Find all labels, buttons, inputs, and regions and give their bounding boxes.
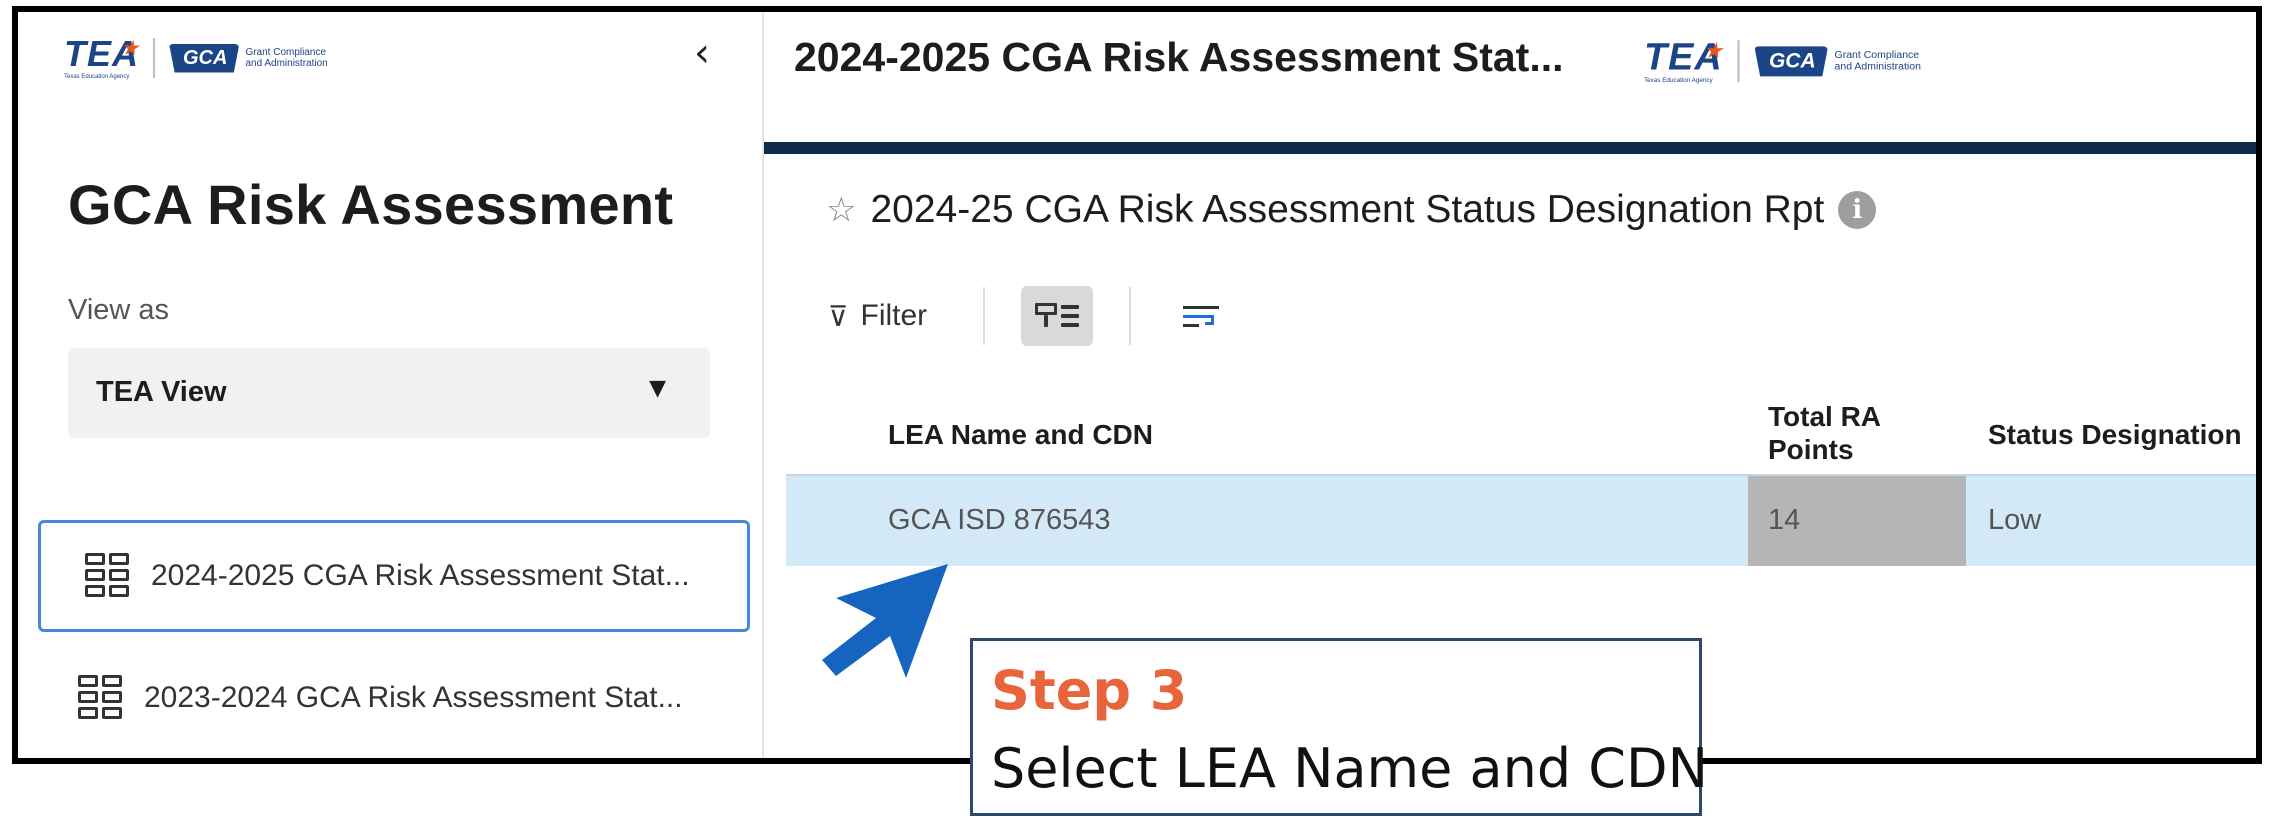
- wrap-text-icon: [1183, 302, 1223, 330]
- toolbar-divider: [1129, 287, 1132, 345]
- chevron-left-icon[interactable]: ‹: [682, 30, 722, 76]
- callout-step: Step 3: [991, 659, 1188, 722]
- gca-logo-badge: GCA: [169, 43, 240, 73]
- report-toolbar: ⊽ Filter: [820, 284, 1239, 348]
- cell-lea-name[interactable]: GCA ISD 876543: [888, 504, 1110, 537]
- gca-logo-text-line1: Grant Compliance: [245, 47, 327, 58]
- gca-logo: GCA Grant Compliance and Administration: [169, 43, 328, 73]
- column-header-status-designation[interactable]: Status Designation: [1988, 418, 2242, 451]
- annotation-arrow-icon: [822, 564, 948, 678]
- column-header-total-ra-points[interactable]: Total RA Points: [1768, 400, 1881, 466]
- tea-logo: TEA ★ Texas Education Agency: [64, 36, 139, 81]
- wrap-text-button[interactable]: [1167, 286, 1239, 346]
- grid-icon: [78, 675, 124, 721]
- tea-logo-subtitle: Texas Education Agency: [1644, 77, 1713, 85]
- filter-icon: ⊽: [828, 299, 849, 333]
- format-painter-button[interactable]: [1021, 286, 1094, 346]
- sidebar-item-label: 2023-2024 GCA Risk Assessment Stat...: [144, 681, 683, 714]
- favorite-star-icon[interactable]: ☆: [826, 190, 856, 230]
- format-painter-icon: [1035, 301, 1080, 331]
- column-header-lea[interactable]: LEA Name and CDN: [888, 418, 1153, 451]
- gca-logo-text-line2: and Administration: [245, 58, 328, 69]
- cell-status-designation: Low: [1988, 504, 2042, 536]
- info-icon[interactable]: i: [1838, 191, 1877, 229]
- header-bar: 2024-2025 CGA Risk Assessment Stat... TE…: [764, 12, 2256, 142]
- table-row[interactable]: GCA ISD 876543 14 Low: [786, 474, 2256, 566]
- logo-divider: [1737, 40, 1740, 83]
- cell-total-ra-points: 14: [1768, 504, 1801, 536]
- callout-text: Select LEA Name and CDN: [991, 737, 1708, 800]
- logo-divider: [153, 38, 155, 78]
- tea-logo: TEA ★ Texas Education Agency: [1644, 37, 1723, 85]
- toolbar-divider: [983, 287, 986, 345]
- filter-button[interactable]: ⊽ Filter: [820, 299, 935, 333]
- sidebar-item-2023-2024-report[interactable]: 2023-2024 GCA Risk Assessment Stat...: [38, 642, 750, 754]
- header-divider: [764, 142, 2256, 154]
- caret-down-icon: ▼: [649, 376, 666, 401]
- gca-logo-badge: GCA: [1754, 45, 1829, 77]
- header-logos: TEA ★ Texas Education Agency GCA Grant Co…: [1644, 37, 1921, 85]
- gca-logo-text-line2: and Administration: [1834, 61, 1921, 73]
- table-header: LEA Name and CDN Total RA Points Status …: [764, 392, 2256, 476]
- sidebar: TEA ★ Texas Education Agency GCA Grant Co…: [18, 12, 764, 758]
- step-callout: Step 3 Select LEA Name and CDN: [970, 638, 1708, 816]
- page-title: 2024-2025 CGA Risk Assessment Stat...: [794, 34, 1564, 80]
- report-title-row: ☆ 2024-25 CGA Risk Assessment Status Des…: [826, 188, 1877, 232]
- sidebar-item-2024-2025-report[interactable]: 2024-2025 CGA Risk Assessment Stat...: [38, 520, 750, 632]
- tea-logo-subtitle: Texas Education Agency: [64, 74, 130, 80]
- star-icon: ★: [1704, 40, 1723, 62]
- star-icon: ★: [122, 38, 140, 58]
- grid-icon: [85, 553, 131, 599]
- sidebar-item-label: 2024-2025 CGA Risk Assessment Stat...: [151, 559, 690, 592]
- sidebar-logos: TEA ★ Texas Education Agency GCA Grant Co…: [64, 36, 328, 81]
- sidebar-title: GCA Risk Assessment: [68, 173, 674, 236]
- view-as-label: View as: [68, 294, 170, 326]
- filter-label: Filter: [860, 299, 928, 332]
- gca-logo-text-line1: Grant Compliance: [1834, 49, 1920, 62]
- view-as-value: TEA View: [96, 376, 227, 408]
- view-as-select[interactable]: TEA View ▼: [68, 348, 710, 438]
- report-title: 2024-25 CGA Risk Assessment Status Desig…: [870, 188, 1825, 231]
- gca-logo: GCA Grant Compliance and Administration: [1754, 45, 1921, 77]
